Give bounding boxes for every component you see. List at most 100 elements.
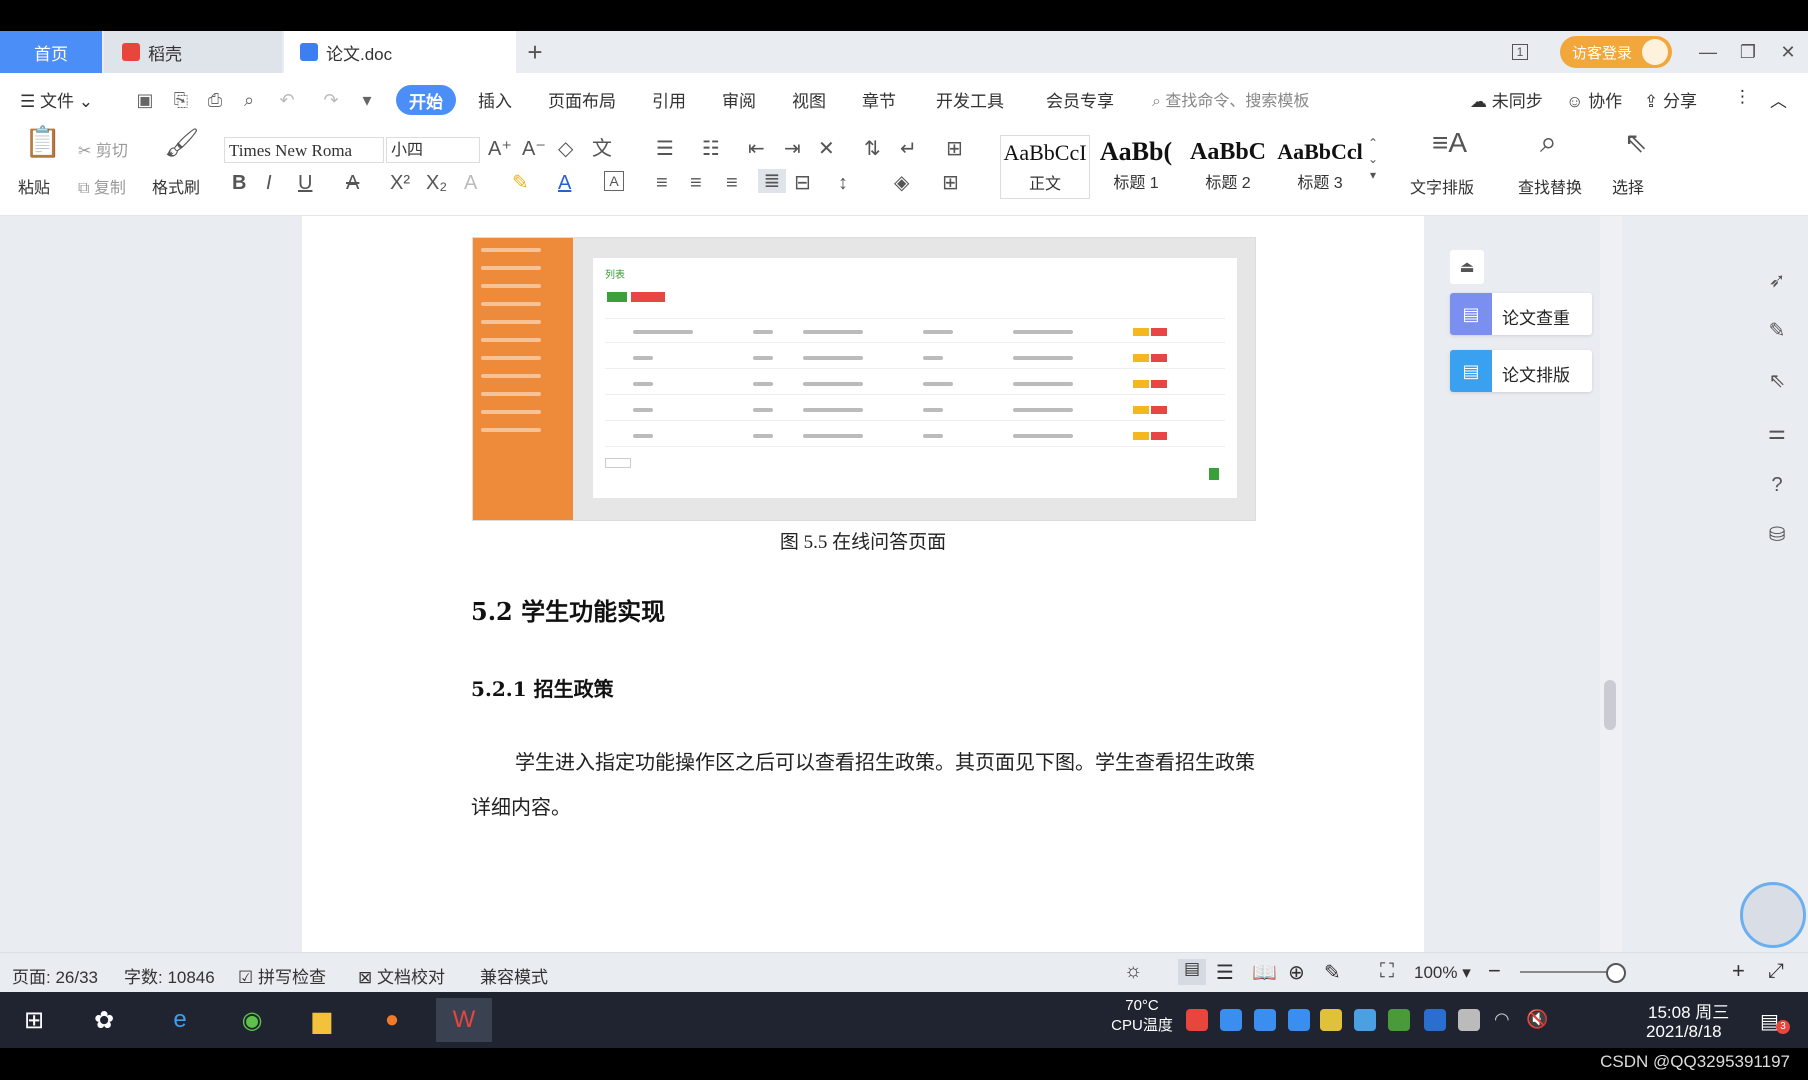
print-icon[interactable]: ⎙ (204, 89, 226, 111)
save-icon[interactable]: ▣ (134, 89, 156, 111)
spell-check-button[interactable]: ☑ 拼写检查 (238, 963, 326, 988)
highlight-icon[interactable]: ✎ (512, 171, 529, 195)
bullet-list-icon[interactable]: ☰ (656, 137, 674, 161)
italic-icon[interactable]: I (266, 171, 272, 195)
pen-icon[interactable]: ✎ (1762, 316, 1792, 346)
text-effect-icon[interactable]: A (464, 171, 477, 195)
zoom-out-icon[interactable]: − (1488, 958, 1501, 984)
menu-view[interactable]: 视图 (792, 87, 826, 112)
tray-app-icon[interactable] (1254, 1009, 1276, 1031)
tab-stops-icon[interactable]: ⊞ (946, 137, 963, 161)
backup-icon[interactable]: ⛁ (1762, 520, 1792, 550)
fullscreen-icon[interactable]: ⤢ (1768, 960, 1784, 983)
select-button[interactable]: 选择 (1612, 174, 1644, 198)
tab-daoke[interactable]: 稻壳 (104, 31, 282, 73)
decrease-indent-icon[interactable]: ⇤ (748, 137, 765, 161)
reading-view-icon[interactable]: 📖 (1252, 960, 1277, 985)
subscript-icon[interactable]: X₂ (426, 171, 447, 195)
zoom-level[interactable]: 100% ▾ (1414, 963, 1471, 983)
styles-scroll-icon[interactable]: ⌃ ⌄ ▾ (1368, 135, 1378, 183)
collapse-ribbon-icon[interactable]: ︿ (1770, 87, 1787, 112)
share-button[interactable]: ⇪ 分享 (1644, 87, 1697, 112)
assistant-avatar[interactable] (1740, 882, 1806, 948)
fit-page-icon[interactable]: ⛶ (1380, 960, 1394, 983)
shading-icon[interactable]: ◈ (894, 171, 909, 195)
more-icon[interactable]: ⋮ (1734, 87, 1751, 107)
undo-icon[interactable]: ↶ (276, 89, 298, 111)
eye-protection-icon[interactable]: ☼ (1124, 960, 1142, 983)
borders-icon[interactable]: ⊞ (942, 171, 959, 195)
vertical-scrollbar[interactable] (1600, 216, 1622, 952)
tab-document[interactable]: 论文.doc (284, 31, 516, 73)
page-view-icon[interactable]: 1 (1500, 31, 1540, 73)
redo-icon[interactable]: ↷ (320, 89, 342, 111)
align-right-icon[interactable]: ≡ (726, 171, 738, 195)
style-heading-2[interactable]: AaBbC 标题 2 (1184, 135, 1272, 197)
tab-home[interactable]: 首页 (0, 31, 102, 73)
word-count[interactable]: 字数: 10846 (124, 963, 215, 988)
nvidia-icon[interactable] (1388, 1009, 1410, 1031)
menu-devtools[interactable]: 开发工具 (936, 87, 1004, 112)
brush-icon[interactable]: 🖌 (164, 129, 200, 157)
command-search-input[interactable]: ⌕ 查找命令、搜索模板 (1152, 87, 1309, 111)
magnifier-icon[interactable]: ⌕ (1540, 128, 1557, 158)
menu-file[interactable]: ☰ 文件 ⌄ (20, 87, 93, 112)
tray-app-icon[interactable] (1320, 1009, 1342, 1031)
distributed-icon[interactable]: ⊟ (794, 171, 811, 195)
char-border-icon[interactable]: A (604, 171, 624, 191)
style-heading-3[interactable]: AaBbCcl 标题 3 (1276, 135, 1364, 197)
menu-review[interactable]: 审阅 (722, 87, 756, 112)
zoom-slider[interactable] (1520, 971, 1620, 973)
zoom-in-icon[interactable]: + (1732, 958, 1745, 984)
cursor-icon[interactable]: ⇖ (1624, 129, 1647, 157)
settings-slider-icon[interactable]: ⚌ (1762, 418, 1792, 448)
game-app-icon[interactable]: ● (370, 998, 414, 1042)
close-icon[interactable]: ✕ (1768, 31, 1808, 73)
minimize-icon[interactable]: — (1688, 31, 1728, 73)
strikethrough-icon[interactable]: A (346, 171, 359, 195)
tray-app-icon[interactable] (1186, 1009, 1208, 1031)
find-replace-button[interactable]: 查找替换 (1518, 174, 1582, 198)
align-center-icon[interactable]: ≡ (690, 171, 702, 195)
wifi-icon[interactable]: ◠ (1494, 1009, 1516, 1031)
style-heading-1[interactable]: AaBb( 标题 1 (1092, 135, 1180, 197)
menu-start[interactable]: 开始 (396, 85, 456, 115)
wps-app-icon[interactable]: W (436, 998, 492, 1042)
font-name-select[interactable]: Times New Roma (224, 137, 384, 163)
style-normal[interactable]: AaBbCcI 正文 (1000, 135, 1090, 199)
customize-toolbar-icon[interactable]: ▾ (356, 89, 378, 111)
new-tab-button[interactable]: + (520, 31, 550, 73)
clock-time[interactable]: 15:08 周三 (1648, 998, 1729, 1023)
superscript-icon[interactable]: X² (390, 171, 410, 195)
eject-icon[interactable]: ⏏ (1450, 250, 1484, 284)
export-icon[interactable]: ⎘ (170, 89, 192, 111)
scrollbar-thumb[interactable] (1604, 680, 1616, 730)
bold-icon[interactable]: B (232, 171, 246, 195)
bluetooth-icon[interactable] (1424, 1009, 1446, 1031)
print-preview-icon[interactable]: ⌕ (238, 89, 260, 111)
menu-chapter[interactable]: 章节 (862, 87, 896, 112)
underline-icon[interactable]: U (298, 171, 312, 195)
justify-icon[interactable]: ≣ (758, 169, 786, 193)
numbered-list-icon[interactable]: ☷ (702, 137, 720, 161)
proofread-button[interactable]: ⊠ 文档校对 (358, 963, 445, 988)
outline-view-icon[interactable]: ☰ (1216, 960, 1234, 985)
ie-browser-icon[interactable]: e (158, 998, 202, 1042)
tray-app-icon[interactable] (1220, 1009, 1242, 1031)
show-marks-icon[interactable]: ↵ (900, 137, 917, 161)
menu-reference[interactable]: 引用 (652, 87, 686, 112)
format-painter-button[interactable]: 格式刷 (152, 174, 200, 198)
phonetic-icon[interactable]: 文 (592, 137, 612, 161)
help-icon[interactable]: ? (1762, 470, 1792, 500)
page-view-mode-icon[interactable]: ▤ (1178, 959, 1206, 985)
menu-layout[interactable]: 页面布局 (548, 87, 616, 112)
battery-icon[interactable] (1458, 1009, 1480, 1031)
font-color-icon[interactable]: A (558, 171, 571, 195)
windows-start-icon[interactable]: ⊞ (12, 998, 56, 1042)
page-indicator[interactable]: 页面: 26/33 (12, 963, 98, 988)
write-mode-icon[interactable]: ✎ (1324, 960, 1341, 985)
paste-icon[interactable]: 📋 (24, 128, 61, 158)
menu-member[interactable]: 会员专享 (1046, 87, 1114, 112)
shrink-font-icon[interactable]: A⁻ (522, 137, 546, 161)
tray-app-icon[interactable] (1354, 1009, 1376, 1031)
